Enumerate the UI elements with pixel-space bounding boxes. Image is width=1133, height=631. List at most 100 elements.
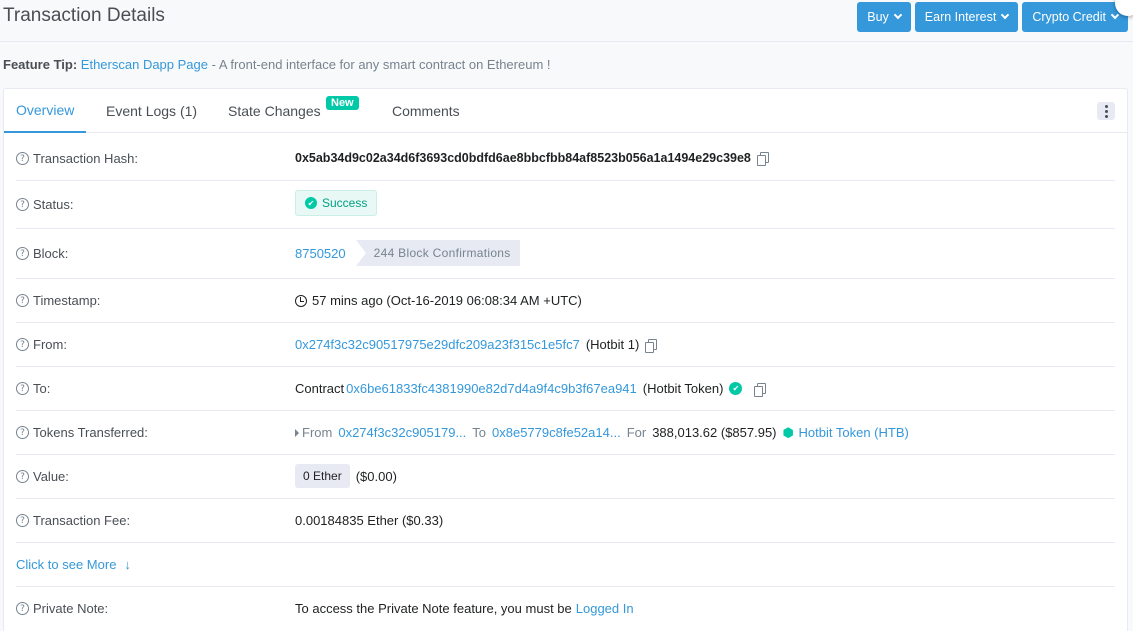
caret-right-icon bbox=[295, 428, 299, 437]
tab-bar: Overview Event Logs (1) State Changes Ne… bbox=[4, 89, 1127, 133]
timestamp-value-wrap: 57 mins ago (Oct-16-2019 06:08:34 AM +UT… bbox=[295, 293, 582, 308]
to-label-wrap: ? To: bbox=[16, 381, 50, 396]
feature-tip: Feature Tip: Etherscan Dapp Page - A fro… bbox=[3, 57, 551, 72]
hash-label-wrap: ? Transaction Hash: bbox=[16, 151, 138, 166]
tokens-to-word: To bbox=[472, 425, 487, 440]
status-label: Status: bbox=[33, 197, 74, 212]
copy-icon[interactable] bbox=[756, 152, 769, 166]
buy-button[interactable]: Buy bbox=[857, 2, 911, 32]
block-label: Block: bbox=[33, 246, 69, 261]
row-status: ? Status: ✔ Success bbox=[16, 181, 1115, 229]
tokens-amount: 388,013.62 ($857.95) bbox=[652, 425, 777, 440]
block-number-link[interactable]: 8750520 bbox=[295, 246, 346, 261]
token-icon: ⬢ bbox=[782, 425, 794, 440]
block-confirmations: 244 Block Confirmations bbox=[355, 240, 520, 266]
from-label: From: bbox=[33, 337, 67, 352]
help-icon: ? bbox=[16, 152, 29, 165]
hash-label: Transaction Hash: bbox=[33, 151, 139, 166]
arrow-down-icon: ↓ bbox=[124, 557, 131, 572]
copy-icon[interactable] bbox=[645, 338, 658, 353]
verified-check-icon: ✔ bbox=[729, 382, 743, 395]
value-usd: ($0.00) bbox=[355, 468, 397, 484]
row-see-more: Click to see More ↓ bbox=[16, 543, 1115, 587]
value-ether: 0 Ether bbox=[295, 464, 350, 488]
tab-event-logs[interactable]: Event Logs (1) bbox=[106, 89, 197, 133]
to-name: (Hotbit Token) bbox=[642, 381, 724, 396]
value-label: Value: bbox=[33, 469, 69, 484]
tab-comments[interactable]: Comments bbox=[392, 89, 460, 133]
token-name-link[interactable]: Hotbit Token (HTB) bbox=[799, 425, 909, 440]
note-label-wrap: ? Private Note: bbox=[16, 601, 108, 616]
earn-interest-button[interactable]: Earn Interest bbox=[914, 2, 1019, 32]
tokens-from-link[interactable]: 0x274f3c32c905179... bbox=[338, 425, 466, 440]
tip-prefix: Feature Tip: bbox=[3, 57, 78, 72]
help-icon: ? bbox=[16, 426, 29, 439]
page-title: Transaction Details bbox=[3, 5, 165, 26]
clock-icon bbox=[295, 294, 307, 307]
help-icon: ? bbox=[16, 294, 29, 307]
more-options-icon[interactable] bbox=[1097, 102, 1115, 120]
value-value-wrap: 0 Ether ($0.00) bbox=[295, 464, 397, 488]
chevron-down-icon bbox=[893, 10, 903, 20]
tokens-value-wrap: From 0x274f3c32c905179... To 0x8e5779c8f… bbox=[295, 425, 909, 440]
see-more-label: Click to see More bbox=[16, 557, 117, 572]
timestamp-label-wrap: ? Timestamp: bbox=[16, 293, 100, 308]
help-icon: ? bbox=[16, 338, 29, 351]
transaction-card: Overview Event Logs (1) State Changes Ne… bbox=[3, 88, 1128, 631]
chevron-down-icon bbox=[1001, 10, 1010, 20]
page-header: Transaction Details Buy Earn Interest Cr… bbox=[0, 0, 1133, 42]
status-text: Success bbox=[322, 196, 368, 210]
logged-in-link[interactable]: Logged In bbox=[576, 601, 634, 616]
copy-icon[interactable] bbox=[754, 382, 767, 397]
note-label: Private Note: bbox=[33, 601, 109, 616]
earn-interest-label: Earn Interest bbox=[924, 10, 997, 24]
from-label-wrap: ? From: bbox=[16, 337, 67, 352]
fee-value: 0.00184835 Ether ($0.33) bbox=[295, 513, 444, 528]
help-icon: ? bbox=[16, 247, 29, 260]
crypto-credit-label: Crypto Credit bbox=[1032, 10, 1106, 24]
block-label-wrap: ? Block: bbox=[16, 246, 68, 261]
help-icon: ? bbox=[16, 382, 29, 395]
tab-state-changes[interactable]: State Changes bbox=[228, 89, 321, 133]
tokens-from-word: From bbox=[302, 425, 333, 440]
from-name: (Hotbit 1) bbox=[585, 337, 640, 352]
crypto-credit-button[interactable]: Crypto Credit bbox=[1022, 2, 1128, 32]
help-icon: ? bbox=[16, 514, 29, 527]
row-block: ? Block: 8750520 244 Block Confirmations bbox=[16, 229, 1115, 279]
block-value-wrap: 8750520 244 Block Confirmations bbox=[295, 240, 520, 266]
to-address-link[interactable]: 0x6be61833fc4381990e82d7d4a9f4c9b3f67ea9… bbox=[346, 381, 637, 396]
row-tokens-transferred: ? Tokens Transferred: From 0x274f3c32c905… bbox=[16, 411, 1115, 455]
see-more-link[interactable]: Click to see More ↓ bbox=[16, 557, 131, 572]
header-buttons: Buy Earn Interest Crypto Credit bbox=[857, 2, 1128, 32]
row-from: ? From: 0x274f3c32c90517975e29dfc209a23f3… bbox=[16, 323, 1115, 367]
hash-value-wrap: 0x5ab34d9c02a34d6f3693cd0bdfd6ae8bbcfbb8… bbox=[295, 151, 769, 166]
row-private-note: ? Private Note: To access the Private Not… bbox=[16, 587, 1115, 631]
buy-button-label: Buy bbox=[867, 10, 889, 24]
status-badge: ✔ Success bbox=[295, 190, 378, 216]
help-icon: ? bbox=[16, 602, 29, 615]
from-address-link[interactable]: 0x274f3c32c90517975e29dfc209a23f315c1e5f… bbox=[295, 337, 580, 352]
row-transaction-fee: ? Transaction Fee: 0.00184835 Ether ($0.3… bbox=[16, 499, 1115, 543]
tab-overview[interactable]: Overview bbox=[4, 89, 87, 133]
value-label-wrap: ? Value: bbox=[16, 469, 69, 484]
to-label: To: bbox=[33, 381, 51, 396]
status-value-wrap: ✔ Success bbox=[295, 190, 378, 216]
status-label-wrap: ? Status: bbox=[16, 197, 73, 212]
row-timestamp: ? Timestamp: 57 mins ago (Oct-16-2019 06:… bbox=[16, 279, 1115, 323]
from-value-wrap: 0x274f3c32c90517975e29dfc209a23f315c1e5f… bbox=[295, 337, 658, 353]
fee-label-wrap: ? Transaction Fee: bbox=[16, 513, 130, 528]
dapp-page-link[interactable]: Etherscan Dapp Page bbox=[81, 57, 208, 72]
timestamp-label: Timestamp: bbox=[33, 293, 101, 308]
tip-text: - A front-end interface for any smart co… bbox=[211, 57, 551, 72]
check-circle-icon: ✔ bbox=[305, 197, 317, 209]
fee-label: Transaction Fee: bbox=[33, 513, 131, 528]
fee-value-wrap: 0.00184835 Ether ($0.33) bbox=[295, 513, 443, 528]
tokens-label: Tokens Transferred: bbox=[33, 425, 148, 440]
note-text: To access the Private Note feature, you … bbox=[295, 601, 572, 616]
row-value: ? Value: 0 Ether ($0.00) bbox=[16, 455, 1115, 499]
note-value-wrap: To access the Private Note feature, you … bbox=[295, 601, 634, 616]
timestamp-value: 57 mins ago (Oct-16-2019 06:08:34 AM +UT… bbox=[312, 293, 582, 308]
help-icon: ? bbox=[16, 198, 29, 211]
to-prefix: Contract bbox=[295, 381, 345, 396]
tokens-to-link[interactable]: 0x8e5779c8fe52a14... bbox=[492, 425, 621, 440]
